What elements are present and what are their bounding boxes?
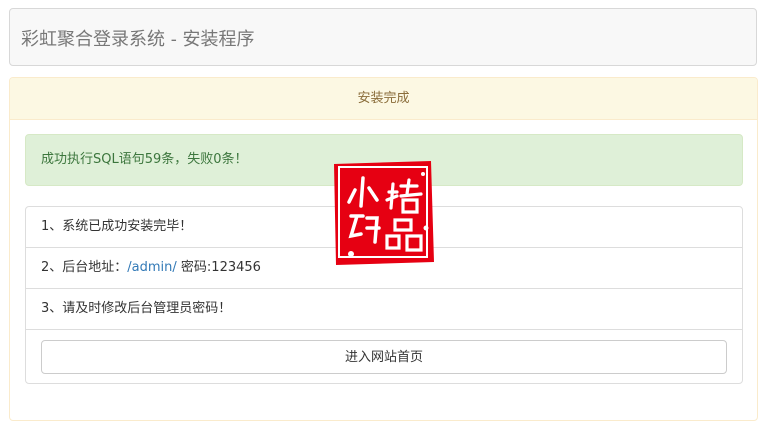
button-row: 进入网站首页 <box>26 330 742 384</box>
navbar-brand[interactable]: 彩虹聚合登录系统 - 安装程序 <box>21 25 255 51</box>
admin-link[interactable]: /admin/ <box>127 260 177 275</box>
admin-password-text: 密码:123456 <box>176 260 261 275</box>
list-item-change-password: 3、请及时修改后台管理员密码！ <box>26 289 742 330</box>
admin-address-label: 2、后台地址： <box>41 260 128 275</box>
seal-stamp-icon <box>331 161 437 265</box>
navbar: 彩虹聚合登录系统 - 安装程序 <box>9 8 757 66</box>
enter-homepage-button[interactable]: 进入网站首页 <box>41 340 727 374</box>
panel-heading: 安装完成 <box>10 78 757 120</box>
watermark-seal <box>331 158 437 268</box>
